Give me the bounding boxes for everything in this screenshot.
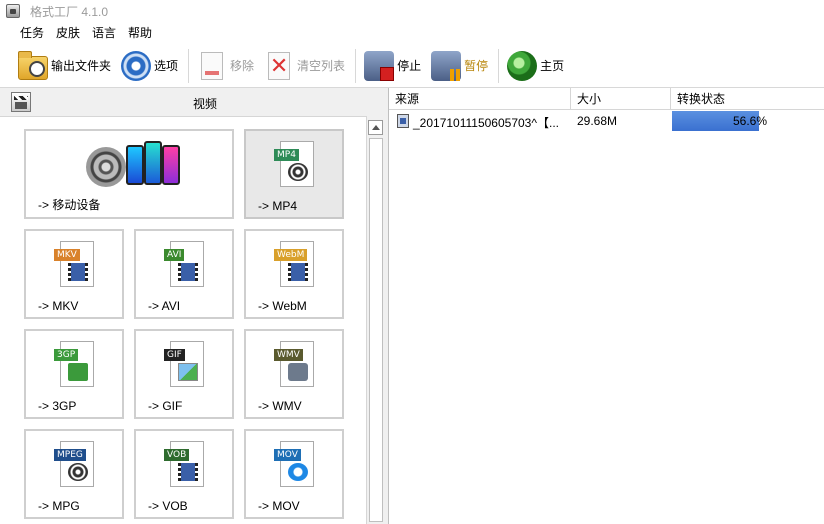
clear-list-label: 清空列表 bbox=[297, 59, 346, 73]
pause-icon bbox=[431, 50, 462, 81]
pause-label: 暂停 bbox=[464, 59, 489, 73]
tile-mkv[interactable]: MKV -> MKV bbox=[24, 229, 124, 319]
tile-mpg[interactable]: MPEG -> MPG bbox=[24, 429, 124, 519]
remove-label: 移除 bbox=[230, 59, 255, 73]
home-globe-icon bbox=[507, 50, 538, 81]
window-title: 格式工厂 4.1.0 bbox=[30, 4, 109, 19]
tile-webm[interactable]: WebM -> WebM bbox=[244, 229, 344, 319]
task-list: 来源 大小 转换状态 _20171011150605703^【... 29.68… bbox=[388, 88, 824, 524]
mov-file-icon: MOV bbox=[274, 441, 314, 487]
tile-label: -> VOB bbox=[148, 499, 188, 513]
column-size[interactable]: 大小 bbox=[571, 88, 671, 109]
webm-file-icon: WebM bbox=[274, 241, 314, 287]
stop-button[interactable]: 停止 bbox=[360, 48, 425, 84]
tile-avi[interactable]: AVI -> AVI bbox=[134, 229, 234, 319]
options-gear-icon bbox=[121, 50, 152, 81]
column-status[interactable]: 转换状态 bbox=[671, 88, 824, 109]
tile-label: -> 3GP bbox=[38, 399, 77, 413]
wmv-file-icon: WMV bbox=[274, 341, 314, 387]
clapperboard-icon[interactable] bbox=[11, 92, 31, 112]
task-list-header: 来源 大小 转换状态 bbox=[389, 88, 824, 110]
tile-gif[interactable]: GIF -> GIF bbox=[134, 329, 234, 419]
menu-task[interactable]: 任务 bbox=[14, 23, 50, 43]
clear-list-button[interactable]: ✕ 清空列表 bbox=[260, 48, 349, 84]
tile-wmv[interactable]: WMV -> WMV bbox=[244, 329, 344, 419]
stop-icon bbox=[364, 50, 395, 81]
size-cell: 29.68M bbox=[577, 114, 618, 128]
tile-label: -> MOV bbox=[258, 499, 300, 513]
stop-label: 停止 bbox=[397, 59, 422, 73]
tile-vob[interactable]: VOB -> VOB bbox=[134, 429, 234, 519]
tile-label: -> WebM bbox=[258, 299, 307, 313]
video-file-icon bbox=[397, 114, 409, 128]
toolbar: 输出文件夹 选项 移除 ✕ 清空列表 停止 暂停 主页 bbox=[0, 44, 824, 88]
vob-file-icon: VOB bbox=[164, 441, 204, 487]
remove-icon bbox=[201, 51, 224, 80]
category-title: 视频 bbox=[193, 97, 218, 111]
tile-label: -> GIF bbox=[148, 399, 183, 413]
home-button[interactable]: 主页 bbox=[503, 48, 568, 84]
tile-label: -> WMV bbox=[258, 399, 302, 413]
category-header: 视频 bbox=[0, 88, 388, 116]
mkv-file-icon: MKV bbox=[54, 241, 94, 287]
tile-mobile-devices[interactable]: -> 移动设备 bbox=[24, 129, 234, 219]
column-source[interactable]: 来源 bbox=[389, 88, 571, 109]
folder-icon bbox=[18, 50, 48, 80]
pause-button[interactable]: 暂停 bbox=[427, 48, 492, 84]
menu-skin[interactable]: 皮肤 bbox=[50, 23, 86, 43]
conversion-progress-bar: 56.6% bbox=[672, 111, 824, 131]
tile-mov[interactable]: MOV -> MOV bbox=[244, 429, 344, 519]
gif-file-icon: GIF bbox=[164, 341, 204, 387]
3gp-file-icon: 3GP bbox=[54, 341, 94, 387]
toolbar-separator bbox=[188, 48, 190, 83]
remove-button[interactable]: 移除 bbox=[193, 48, 258, 84]
mobile-devices-icon bbox=[86, 141, 180, 191]
title-bar: 格式工厂 4.1.0 bbox=[0, 0, 824, 22]
tile-label: -> 移动设备 bbox=[38, 198, 101, 212]
menu-language[interactable]: 语言 bbox=[86, 23, 122, 43]
source-cell: _20171011150605703^【... bbox=[413, 116, 559, 130]
options-label: 选项 bbox=[154, 59, 179, 73]
menu-help[interactable]: 帮助 bbox=[122, 23, 158, 43]
toolbar-separator bbox=[355, 48, 357, 83]
app-icon bbox=[6, 4, 20, 18]
tile-label: -> MP4 bbox=[258, 199, 298, 213]
format-tile-grid: -> 移动设备 MP4 -> MP4 MKV -> MKV AVI -> AVI… bbox=[0, 116, 366, 524]
tile-label: -> MKV bbox=[38, 299, 79, 313]
home-label: 主页 bbox=[540, 59, 565, 73]
mpg-file-icon: MPEG bbox=[54, 441, 94, 487]
avi-file-icon: AVI bbox=[164, 241, 204, 287]
tile-label: -> MPG bbox=[38, 499, 80, 513]
mp4-file-icon: MP4 bbox=[274, 141, 314, 187]
scroll-thumb[interactable] bbox=[369, 138, 383, 522]
scroll-up-arrow-icon[interactable] bbox=[368, 120, 383, 135]
tile-scrollbar[interactable] bbox=[366, 116, 384, 524]
progress-percent: 56.6% bbox=[732, 114, 767, 128]
tile-3gp[interactable]: 3GP -> 3GP bbox=[24, 329, 124, 419]
toolbar-separator bbox=[498, 48, 500, 83]
output-folder-button[interactable]: 输出文件夹 bbox=[14, 48, 115, 84]
tile-label: -> AVI bbox=[148, 299, 181, 313]
menu-bar: 任务 皮肤 语言 帮助 bbox=[0, 22, 824, 44]
clear-x-icon: ✕ bbox=[268, 51, 291, 80]
output-folder-label: 输出文件夹 bbox=[51, 59, 112, 73]
tile-mp4[interactable]: MP4 -> MP4 bbox=[244, 129, 344, 219]
table-row[interactable]: _20171011150605703^【... 29.68M 56.6% bbox=[389, 110, 824, 132]
options-button[interactable]: 选项 bbox=[117, 48, 182, 84]
